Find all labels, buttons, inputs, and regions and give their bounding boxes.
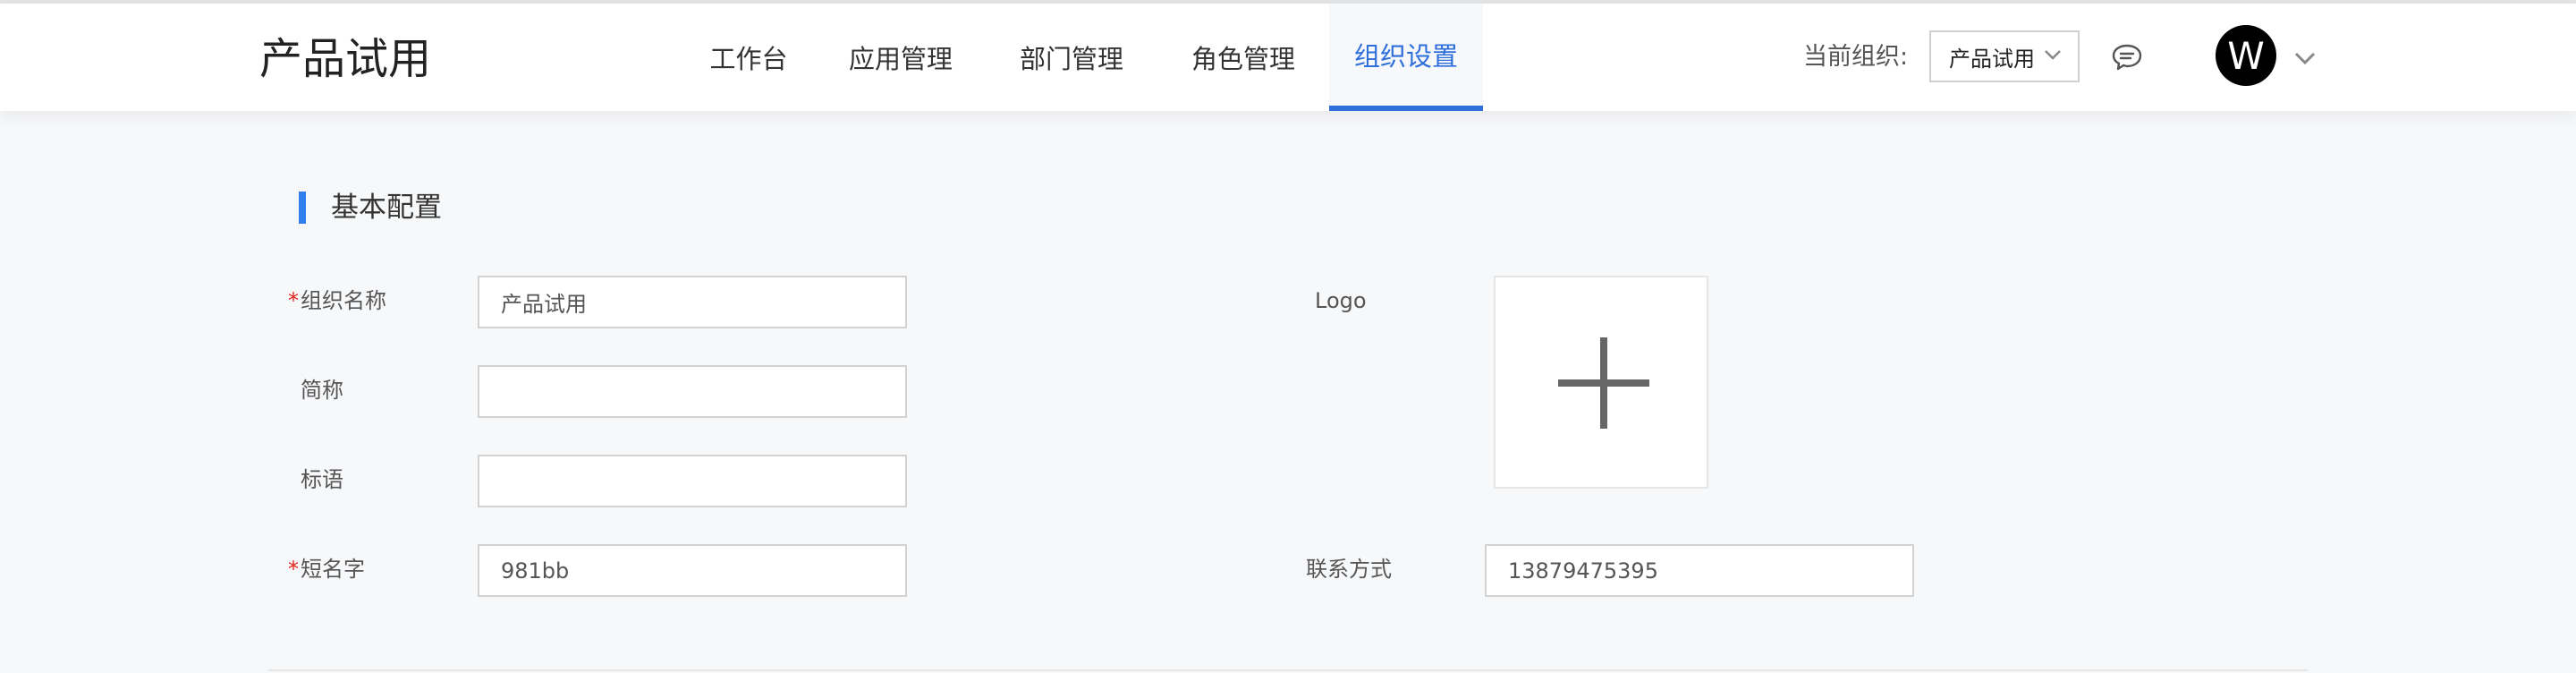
nav-department-management[interactable]: 部门管理 — [986, 4, 1157, 111]
main-nav: 工作台 应用管理 部门管理 角色管理 组织设置 — [682, 4, 1483, 111]
section-accent-bar — [299, 192, 306, 224]
chevron-down-icon[interactable] — [2293, 50, 2317, 66]
short-name-input[interactable] — [478, 365, 907, 418]
org-name-input[interactable]: 产品试用 — [478, 276, 907, 328]
short-name-label: 简称 — [301, 378, 343, 403]
contact-label: 联系方式 — [1306, 557, 1392, 582]
short-code-label: *短名字 — [288, 557, 365, 582]
nav-app-management[interactable]: 应用管理 — [816, 4, 986, 111]
current-org-value: 产品试用 — [1949, 46, 2035, 72]
section-divider — [268, 669, 2308, 671]
slogan-label: 标语 — [301, 467, 343, 492]
contact-input[interactable]: 13879475395 — [1485, 544, 1914, 597]
logo-upload[interactable] — [1494, 276, 1708, 489]
required-mark: * — [288, 288, 299, 313]
slogan-input[interactable] — [478, 455, 907, 507]
logo-label: Logo — [1315, 288, 1367, 313]
chevron-down-icon — [2045, 50, 2061, 60]
app-title: 产品试用 — [259, 34, 432, 84]
org-name-label: *组织名称 — [288, 288, 386, 313]
current-org-select[interactable]: 产品试用 — [1929, 30, 2080, 82]
current-org-label: 当前组织: — [1803, 43, 1909, 71]
nav-role-management[interactable]: 角色管理 — [1157, 4, 1329, 111]
top-header: 产品试用 工作台 应用管理 部门管理 角色管理 组织设置 当前组织: 产品试用 … — [0, 4, 2576, 111]
section-title: 基本配置 — [331, 192, 442, 224]
required-mark: * — [288, 557, 299, 582]
nav-workbench[interactable]: 工作台 — [682, 4, 816, 111]
nav-org-settings[interactable]: 组织设置 — [1329, 4, 1483, 111]
chat-bubble-icon[interactable] — [2111, 43, 2143, 72]
avatar[interactable]: W — [2216, 25, 2276, 86]
short-code-input[interactable]: 981bb — [478, 544, 907, 597]
